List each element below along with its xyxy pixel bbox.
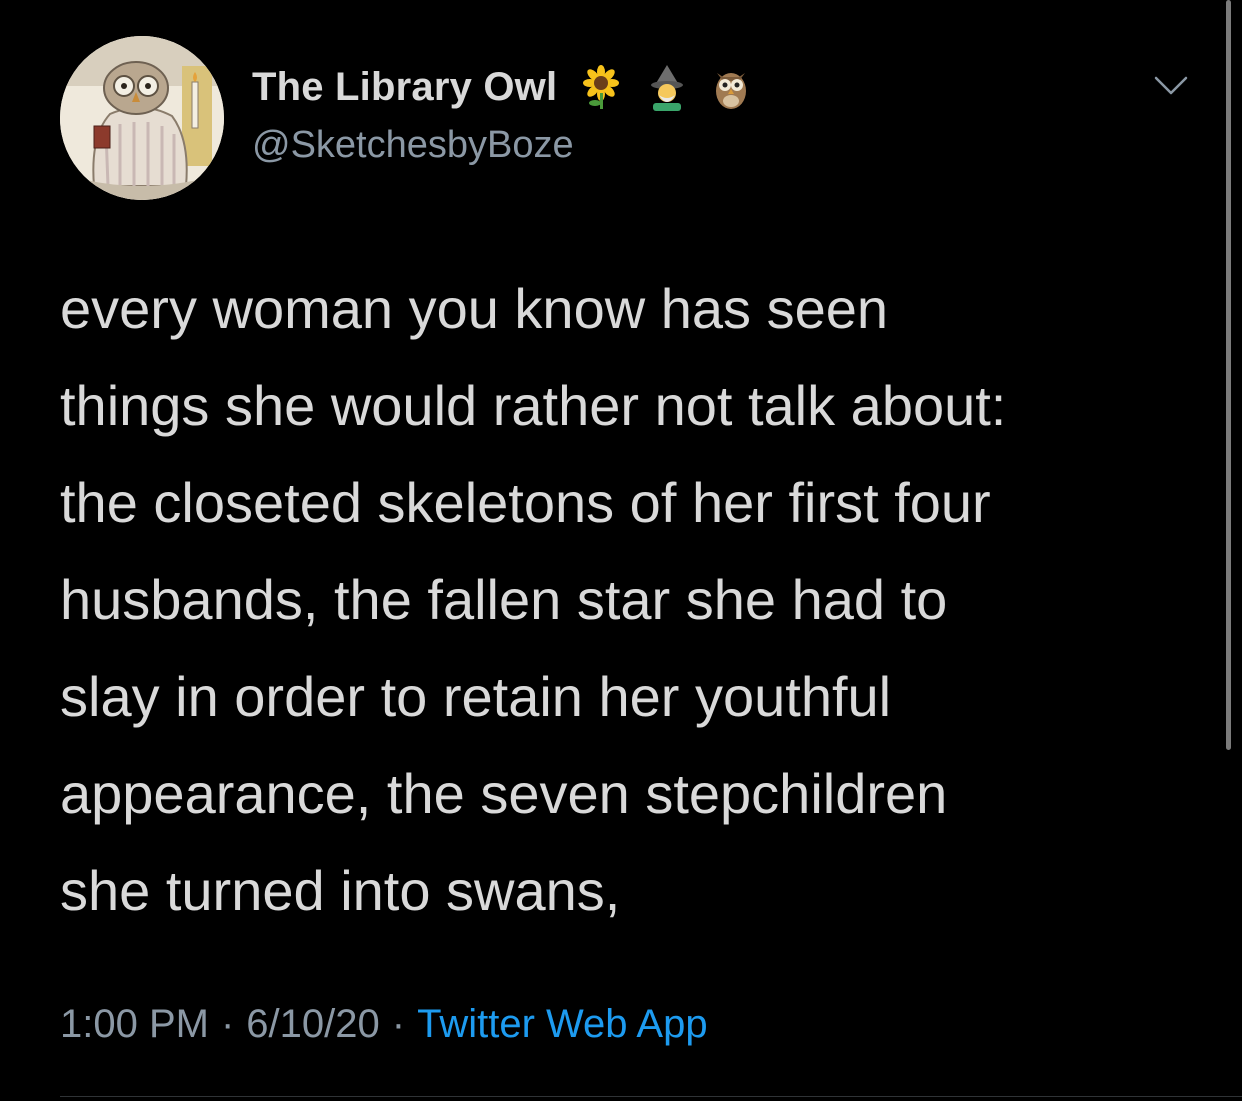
owl-emoji-icon xyxy=(711,63,751,111)
tweet-line: she turned into swans, xyxy=(60,859,621,922)
author-name-row: The Library Owl xyxy=(252,62,751,112)
tweet-meta: 1:00 PM · 6/10/20 · Twitter Web App xyxy=(60,1002,708,1047)
mage-emoji-icon xyxy=(645,63,689,111)
tweet-line: things she would rather not talk about: xyxy=(60,374,1007,437)
meta-separator: · xyxy=(391,1002,406,1046)
chevron-down-icon[interactable] xyxy=(1154,76,1188,101)
tweet-line: husbands, the fallen star she had to xyxy=(60,568,948,631)
display-name[interactable]: The Library Owl xyxy=(252,65,557,110)
owl-avatar-illustration xyxy=(60,36,224,200)
avatar[interactable] xyxy=(60,36,224,200)
tweet: The Library Owl @SketchesbyBoze every wo… xyxy=(0,0,1242,1101)
tweet-line: every woman you know has seen xyxy=(60,277,888,340)
tweet-source-link[interactable]: Twitter Web App xyxy=(417,1002,708,1046)
sunflower-emoji-icon xyxy=(579,65,623,109)
tweet-time[interactable]: 1:00 PM xyxy=(60,1002,209,1046)
author-handle[interactable]: @SketchesbyBoze xyxy=(252,124,574,167)
tweet-line: appearance, the seven stepchildren xyxy=(60,762,948,825)
tweet-line: slay in order to retain her youthful xyxy=(60,665,892,728)
tweet-text: every woman you know has seen things she… xyxy=(60,260,1190,939)
divider xyxy=(60,1096,1242,1097)
scrollbar[interactable] xyxy=(1226,0,1231,750)
tweet-date[interactable]: 6/10/20 xyxy=(246,1002,379,1046)
tweet-line: the closeted skeletons of her first four xyxy=(60,471,991,534)
meta-separator: · xyxy=(220,1002,235,1046)
